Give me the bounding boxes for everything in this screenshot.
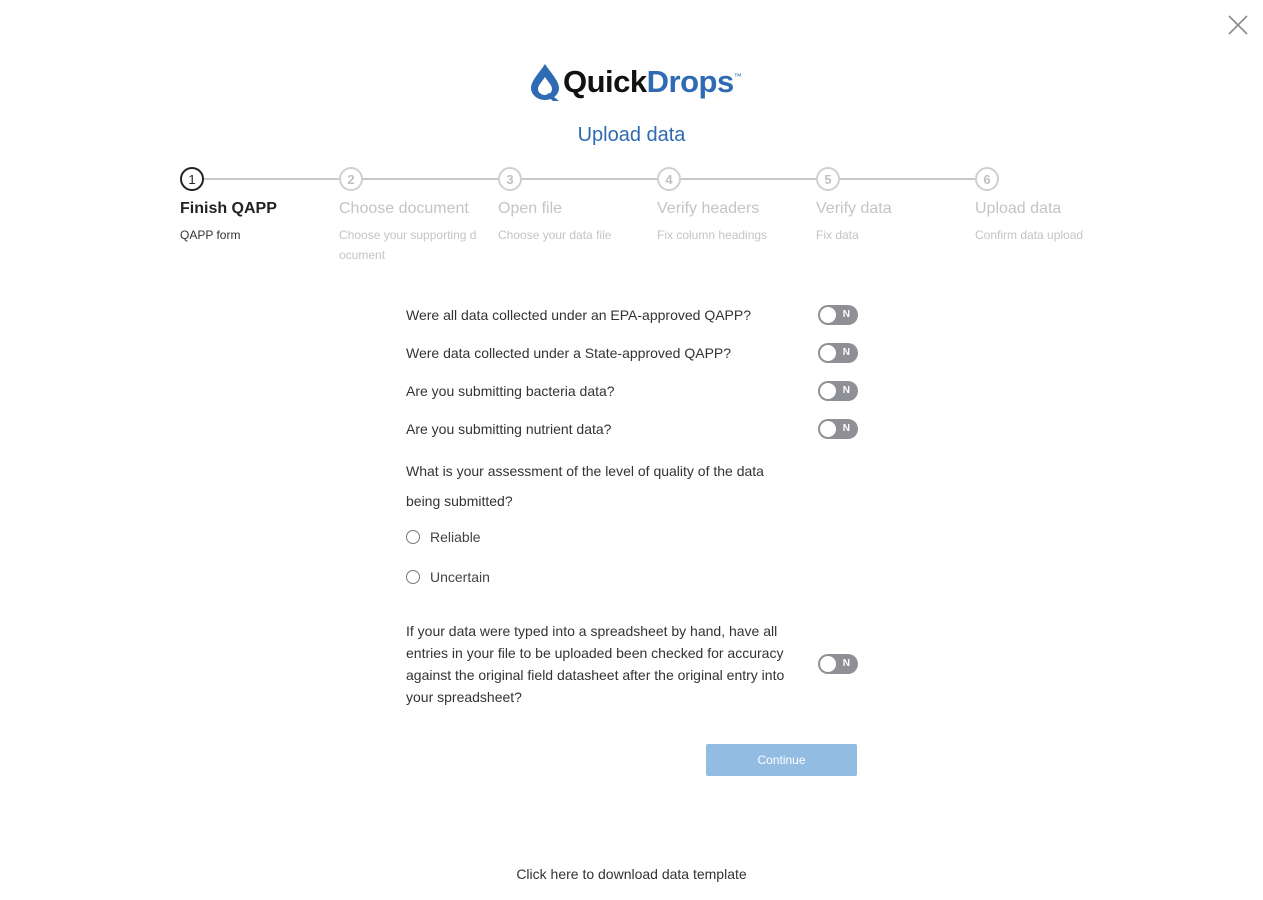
step-number: 2	[339, 167, 363, 191]
step-verify-headers: 4 Verify headers Fix column headings	[657, 167, 807, 245]
step-subtitle: QAPP form	[180, 228, 241, 242]
step-number: 1	[180, 167, 204, 191]
step-subtitle: Confirm data upload	[975, 228, 1084, 242]
question-hand-entry: If your data were typed into a spreadshe…	[406, 620, 858, 708]
radio-reliable[interactable]: Reliable	[406, 529, 481, 545]
close-icon[interactable]	[1226, 13, 1250, 37]
toggle-knob	[820, 345, 836, 361]
question-text: Are you submitting bacteria data?	[406, 383, 615, 399]
step-open-file: 3 Open file Choose your data file	[498, 167, 648, 245]
logo-wordmark: QuickDrops	[563, 64, 734, 99]
stepper: 1 Finish QAPP QAPP form 2 Choose documen…	[180, 167, 1140, 267]
toggle-label: N	[842, 347, 850, 358]
toggle-knob	[820, 383, 836, 399]
continue-button[interactable]: Continue	[706, 744, 857, 776]
step-number: 6	[975, 167, 999, 191]
hand-entry-toggle[interactable]: N	[818, 654, 858, 674]
step-number: 4	[657, 167, 681, 191]
nutrient-toggle[interactable]: N	[818, 419, 858, 439]
question-text: If your data were typed into a spreadshe…	[406, 623, 785, 705]
question-state-qapp: Were data collected under a State-approv…	[406, 338, 858, 368]
step-title: Upload data	[975, 200, 1062, 217]
epa-qapp-toggle[interactable]: N	[818, 305, 858, 325]
assessment-question: What is your assessment of the level of …	[406, 463, 764, 509]
quickdrops-logo: QuickDrops ™	[529, 62, 742, 102]
step-number: 3	[498, 167, 522, 191]
toggle-knob	[820, 656, 836, 672]
step-choose-document: 2 Choose document Choose your supporting…	[339, 167, 489, 265]
step-subtitle: Fix data	[816, 228, 859, 242]
step-title: Verify data	[816, 200, 892, 217]
radio-label: Uncertain	[430, 569, 490, 585]
radio-circle[interactable]	[406, 530, 420, 544]
download-template-link[interactable]: Click here to download data template	[0, 866, 1263, 882]
question-text: Were all data collected under an EPA-app…	[406, 307, 752, 323]
question-text: Were data collected under a State-approv…	[406, 345, 732, 361]
step-subtitle: Choose your supporting document	[339, 228, 477, 262]
state-qapp-toggle[interactable]: N	[818, 343, 858, 363]
upload-data-dialog: QuickDrops ™ Upload data 1 Finish QAPP Q…	[0, 0, 1263, 900]
step-number: 5	[816, 167, 840, 191]
step-subtitle: Choose your data file	[498, 228, 612, 242]
radio-circle[interactable]	[406, 570, 420, 584]
question-text: Are you submitting nutrient data?	[406, 421, 612, 437]
question-epa-qapp: Were all data collected under an EPA-app…	[406, 300, 858, 330]
step-verify-data: 5 Verify data Fix data	[816, 167, 966, 245]
radio-uncertain[interactable]: Uncertain	[406, 569, 490, 585]
step-upload-data: 6 Upload data Confirm data upload	[975, 167, 1125, 245]
logo-trademark: ™	[733, 72, 742, 81]
step-title: Finish QAPP	[180, 200, 277, 217]
toggle-knob	[820, 421, 836, 437]
question-bacteria: Are you submitting bacteria data? N	[406, 376, 858, 406]
toggle-knob	[820, 307, 836, 323]
toggle-label: N	[842, 385, 850, 396]
toggle-label: N	[842, 658, 850, 669]
radio-label: Reliable	[430, 529, 481, 545]
step-title: Choose document	[339, 200, 469, 217]
step-finish-qapp: 1 Finish QAPP QAPP form	[180, 167, 330, 245]
toggle-label: N	[842, 423, 850, 434]
step-title: Open file	[498, 200, 563, 217]
step-subtitle: Fix column headings	[657, 228, 768, 242]
water-drop-icon	[531, 64, 559, 101]
step-title: Verify headers	[657, 200, 760, 217]
bacteria-toggle[interactable]: N	[818, 381, 858, 401]
toggle-label: N	[842, 309, 850, 320]
page-title: Upload data	[577, 124, 686, 146]
question-nutrient: Are you submitting nutrient data? N	[406, 414, 858, 444]
